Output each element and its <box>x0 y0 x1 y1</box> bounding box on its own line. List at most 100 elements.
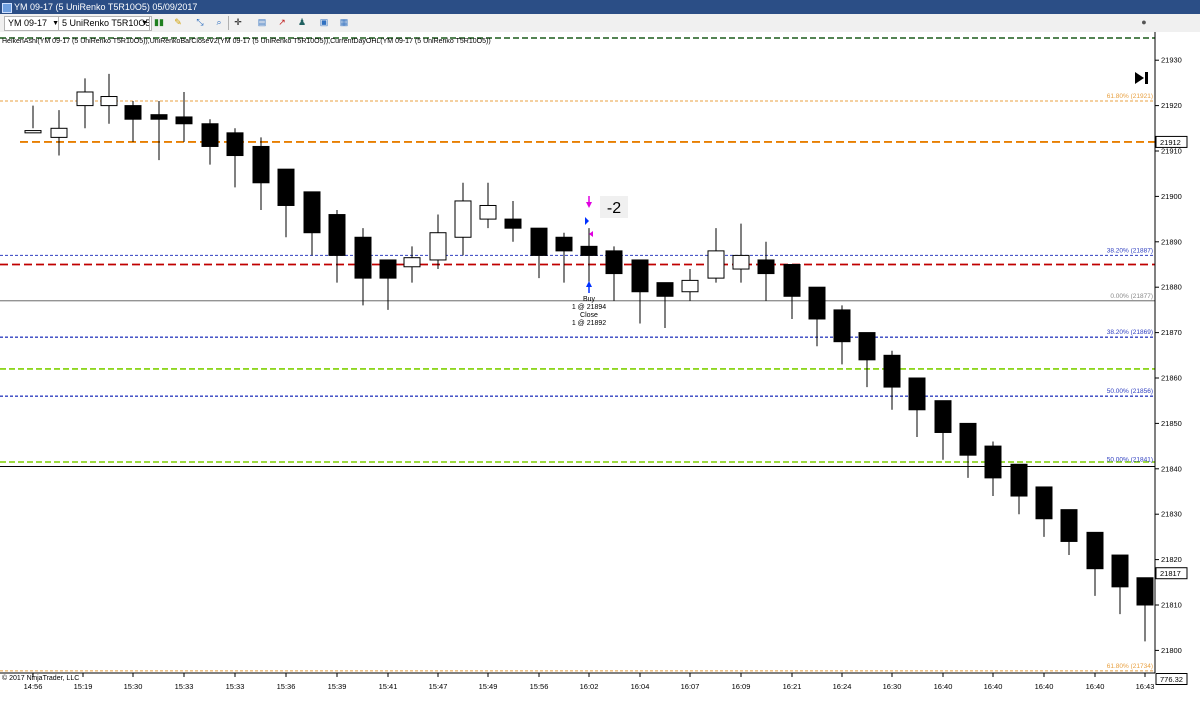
price-tick-label: 21830 <box>1161 510 1182 519</box>
bear-candle <box>1035 486 1053 520</box>
chart-toolbar: YM 09-17 ▼ 5 UniRenko T5R10O5 ▼ ▮▮ ✎ ⤡ ⌕… <box>0 14 1200 33</box>
time-tick-label: 15:47 <box>429 682 448 691</box>
fib-label: 38.20% (21887) <box>1107 247 1153 254</box>
price-tick-label: 21800 <box>1161 646 1182 655</box>
bear-candle <box>984 445 1002 479</box>
strategies-icon[interactable]: ♟ <box>296 17 308 28</box>
copyright-label: © 2017 NinjaTrader, LLC <box>2 674 79 682</box>
bear-candle <box>555 236 573 252</box>
time-tick-label: 16:02 <box>580 682 599 691</box>
bull-candle <box>76 91 94 107</box>
bear-candle <box>656 282 674 297</box>
time-tick-label: 16:09 <box>732 682 751 691</box>
pnl-label: -2 <box>607 200 621 217</box>
bear-candle <box>226 132 244 157</box>
bear-candle <box>605 250 623 275</box>
fib-label: 38.20% (21869) <box>1107 329 1153 336</box>
bear-candle <box>252 145 270 184</box>
time-tick-label: 16:40 <box>934 682 953 691</box>
bear-candle <box>1111 554 1129 588</box>
bull-candle <box>732 254 750 270</box>
bear-candle <box>858 332 876 361</box>
bear-candle <box>150 114 168 120</box>
bear-candle <box>808 286 826 320</box>
bear-candle <box>1136 577 1154 606</box>
bear-candle <box>783 264 801 297</box>
period-selector[interactable]: 5 UniRenko T5R10O5 ▼ <box>58 16 152 31</box>
properties-icon[interactable]: ▣ <box>318 17 330 28</box>
chart-area[interactable]: 61.80% (21921) 38.20% (21887) 0.00% (21877… <box>0 32 1200 705</box>
indicator-label: HeikenAshi(YM 09-17 (5 UniRenko T5R10O5)… <box>2 38 491 45</box>
time-tick-label: 16:07 <box>681 682 700 691</box>
indicators-icon[interactable]: ↗ <box>276 17 288 28</box>
bear-candle <box>201 123 219 147</box>
bull-candle <box>24 130 42 134</box>
fib-label: 50.00% (21856) <box>1107 388 1153 395</box>
fib-label: 61.80% (21921) <box>1107 93 1153 100</box>
fib-label: 0.00% (21877) <box>1110 293 1153 300</box>
bear-candle <box>530 227 548 256</box>
bear-candle <box>124 105 142 120</box>
data-box-icon[interactable]: ▤ <box>256 17 268 28</box>
bear-candle <box>303 191 321 234</box>
time-tick-label: 16:40 <box>1086 682 1105 691</box>
time-tick-label: 16:04 <box>631 682 650 691</box>
period-label: 5 UniRenko T5R10O5 <box>62 18 151 28</box>
bear-candle <box>277 168 295 206</box>
skip-end-icon <box>1135 72 1148 84</box>
price-tick-label: 21840 <box>1161 464 1182 473</box>
bear-candle <box>1010 463 1028 497</box>
snapshot-icon[interactable]: ▦ <box>338 17 350 28</box>
fib-label: 61.80% (21734) <box>1107 663 1153 670</box>
bull-candle <box>50 127 68 138</box>
time-tick-label: 16:40 <box>984 682 1003 691</box>
bear-candle <box>631 259 649 293</box>
bull-candle <box>707 250 725 279</box>
price-tick-label: 21850 <box>1161 419 1182 428</box>
bear-candle <box>934 400 952 433</box>
time-tick-label: 15:41 <box>379 682 398 691</box>
bull-candle <box>479 204 497 220</box>
bear-candle <box>908 377 926 411</box>
price-tick-label: 21820 <box>1161 555 1182 564</box>
trade-label: 1 @ 21892 <box>572 320 606 327</box>
price-tick-label: 21900 <box>1161 192 1182 201</box>
bear-candle <box>883 354 901 388</box>
window-titlebar[interactable]: YM 09-17 (5 UniRenko T5R10O5) 05/09/2017 <box>0 0 1200 14</box>
time-tick-label: 15:36 <box>277 682 296 691</box>
bear-candle <box>175 116 193 125</box>
bear-candle <box>833 309 851 343</box>
price-marker-label: 21912 <box>1160 138 1181 147</box>
trade-label: 1 @ 21894 <box>572 304 606 311</box>
instrument-selector[interactable]: YM 09-17 ▼ <box>4 16 63 31</box>
close-chart-icon[interactable]: ● <box>1138 17 1150 28</box>
window-title: YM 09-17 (5 UniRenko T5R10O5) 05/09/2017 <box>14 2 198 12</box>
chart-window-icon <box>2 3 12 13</box>
price-chart[interactable]: 61.80% (21921) 38.20% (21887) 0.00% (21877… <box>0 32 1200 705</box>
bear-candle <box>757 259 775 275</box>
price-tick-label: 21920 <box>1161 101 1182 110</box>
price-marker-label: 21817 <box>1160 569 1181 578</box>
zoom-icon[interactable]: ⌕ <box>213 17 225 28</box>
price-tick-label: 21930 <box>1161 56 1182 65</box>
trade-label: Buy <box>583 296 596 303</box>
drawing-tools-icon[interactable]: ⤡ <box>194 17 206 28</box>
time-tick-label: 15:30 <box>124 682 143 691</box>
drawing-pencil-icon[interactable]: ✎ <box>172 17 184 28</box>
crosshair-icon[interactable]: ✛ <box>232 17 244 28</box>
bear-candle <box>379 259 397 279</box>
bar-type-icon[interactable]: ▮▮ <box>153 17 165 28</box>
bear-candle <box>1060 509 1078 542</box>
skip-to-end-button[interactable] <box>1132 69 1152 87</box>
time-tick-label: 15:19 <box>74 682 93 691</box>
fib-label: 50.00% (21841) <box>1107 456 1153 463</box>
time-tick-label: 16:24 <box>833 682 852 691</box>
time-tick-label: 16:40 <box>1035 682 1054 691</box>
bull-candle <box>403 257 421 268</box>
bear-candle <box>580 245 598 256</box>
price-tick-label: 21880 <box>1161 283 1182 292</box>
toolbar-separator <box>149 16 150 30</box>
bull-candle <box>681 279 699 293</box>
time-tick-label: 16:21 <box>783 682 802 691</box>
time-tick-label: 16:30 <box>883 682 902 691</box>
